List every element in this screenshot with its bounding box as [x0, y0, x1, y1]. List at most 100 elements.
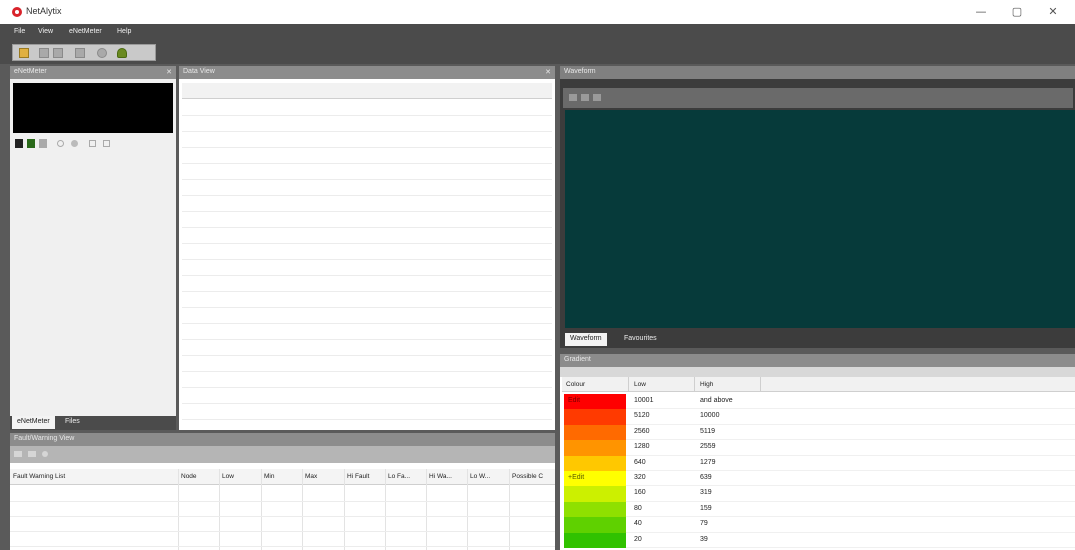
fault-column-divider	[302, 469, 303, 550]
col-min[interactable]: Min	[264, 473, 274, 480]
data-view-row	[182, 147, 552, 148]
fault-row	[10, 531, 555, 532]
gradient-row[interactable]: 640 1279	[564, 455, 1075, 471]
tab-enetmeter[interactable]: eNetMeter	[12, 416, 55, 429]
title-bar: NetAlytix — ▢ ✕	[0, 0, 1075, 24]
fault-refresh-icon[interactable]	[28, 451, 36, 457]
zoom-in-icon[interactable]	[569, 94, 577, 101]
col-node[interactable]: Node	[181, 473, 197, 480]
gradient-spacer	[560, 367, 1075, 377]
colour-swatch[interactable]: +Edit	[564, 471, 626, 487]
col-max[interactable]: Max	[305, 473, 317, 480]
data-view-row	[182, 227, 552, 228]
filter-icon[interactable]	[103, 140, 110, 147]
col-low[interactable]: Low	[222, 473, 234, 480]
menu-enetmeter[interactable]: eNetMeter	[69, 28, 102, 35]
col-divider	[628, 377, 629, 392]
gradient-low-value: 80	[634, 504, 642, 512]
settings-icon[interactable]	[97, 48, 107, 58]
gradient-row[interactable]: 1280 2559	[564, 440, 1075, 456]
colour-swatch[interactable]	[564, 424, 626, 441]
fault-column-divider	[467, 469, 468, 550]
data-view-row	[182, 403, 552, 404]
waveform-tabs: Waveform Favourites	[563, 333, 1075, 347]
meter-green-icon[interactable]	[27, 139, 35, 148]
fault-row	[10, 501, 555, 502]
data-view-row	[182, 275, 552, 276]
maximize-button[interactable]: ▢	[1006, 3, 1028, 21]
enetmeter-close-button[interactable]: ✕	[166, 68, 172, 76]
colour-swatch[interactable]	[564, 409, 626, 425]
colour-swatch[interactable]	[564, 532, 626, 548]
tab-files[interactable]: Files	[60, 416, 85, 429]
col-hi-warning[interactable]: Hi Wa...	[429, 473, 452, 480]
meter-disabled-icon[interactable]	[39, 139, 47, 148]
fault-settings-icon[interactable]	[42, 451, 48, 457]
colour-swatch[interactable]	[564, 455, 626, 471]
colour-swatch[interactable]: Edit	[564, 394, 626, 410]
gradient-row[interactable]: +Edit 320 639	[564, 471, 1075, 487]
gradient-high-value: 10000	[700, 412, 720, 420]
meter-icon[interactable]	[15, 139, 23, 148]
zoom-out-icon[interactable]	[581, 94, 589, 101]
menu-view[interactable]: View	[38, 28, 53, 35]
gradient-low-value: 1280	[634, 443, 650, 451]
gradient-row[interactable]: 80 159	[564, 501, 1075, 518]
gradient-low-value: 2560	[634, 427, 650, 435]
fault-toolbar	[10, 446, 555, 463]
fault-filter-icon[interactable]	[14, 451, 22, 457]
tab-favourites[interactable]: Favourites	[619, 333, 662, 346]
col-low[interactable]: Low	[634, 381, 646, 388]
tree-icon[interactable]	[117, 48, 127, 58]
data-view-title: Data View	[183, 68, 215, 75]
data-view-close-button[interactable]: ✕	[545, 68, 551, 76]
col-hi-fault[interactable]: Hi Fault	[347, 473, 369, 480]
col-colour[interactable]: Colour	[566, 381, 585, 388]
col-divider	[760, 377, 761, 392]
fault-panel: Fault/Warning View Fault Warning List No…	[10, 433, 555, 550]
enetmeter-panel: eNetMeter ✕ eNetMeter Files	[10, 66, 176, 430]
zoom-reset-icon[interactable]	[593, 94, 601, 101]
tab-waveform[interactable]: Waveform	[565, 333, 607, 346]
fault-row	[10, 516, 555, 517]
print-icon[interactable]	[75, 48, 85, 58]
gradient-title: Gradient	[564, 356, 591, 363]
col-high[interactable]: High	[700, 381, 713, 388]
fault-column-divider	[261, 469, 262, 550]
gradient-header: Gradient	[560, 354, 1075, 367]
gradient-row[interactable]: 40 79	[564, 517, 1075, 533]
refresh-icon[interactable]	[89, 140, 96, 147]
menu-file[interactable]: File	[14, 28, 25, 35]
gradient-row[interactable]: 20 39	[564, 532, 1075, 548]
data-view-header-row	[182, 83, 552, 99]
col-possible-cause[interactable]: Possible C	[512, 473, 543, 480]
data-view-row	[182, 387, 552, 388]
gradient-low-value: 40	[634, 520, 642, 528]
save-all-icon[interactable]	[53, 48, 63, 58]
enetmeter-title: eNetMeter	[14, 68, 47, 75]
edit-colour-label[interactable]: +Edit	[568, 474, 584, 481]
gradient-high-value: 1279	[700, 458, 716, 466]
data-view-row	[182, 131, 552, 132]
circle-icon[interactable]	[57, 140, 64, 147]
minimize-button[interactable]: —	[970, 3, 992, 21]
col-lo-fault[interactable]: Lo Fa...	[388, 473, 410, 480]
gradient-row[interactable]: 160 319	[564, 486, 1075, 502]
close-button[interactable]: ✕	[1042, 3, 1064, 21]
menu-help[interactable]: Help	[117, 28, 131, 35]
col-lo-warning[interactable]: Lo W...	[470, 473, 490, 480]
fault-column-divider	[178, 469, 179, 550]
colour-swatch[interactable]	[564, 440, 626, 456]
waveform-plot[interactable]	[565, 110, 1075, 328]
target-icon[interactable]	[71, 140, 78, 147]
col-fault-warning-list[interactable]: Fault Warning List	[13, 473, 65, 480]
colour-swatch[interactable]	[564, 486, 626, 502]
colour-swatch[interactable]	[564, 501, 626, 518]
edit-colour-label[interactable]: Edit	[568, 397, 580, 404]
save-icon[interactable]	[39, 48, 49, 58]
gradient-row[interactable]: 2560 5119	[564, 424, 1075, 441]
colour-swatch[interactable]	[564, 517, 626, 533]
open-folder-icon[interactable]	[19, 48, 29, 58]
gradient-row[interactable]: Edit 10001 and above	[564, 394, 1075, 410]
gradient-row[interactable]: 5120 10000	[564, 409, 1075, 425]
